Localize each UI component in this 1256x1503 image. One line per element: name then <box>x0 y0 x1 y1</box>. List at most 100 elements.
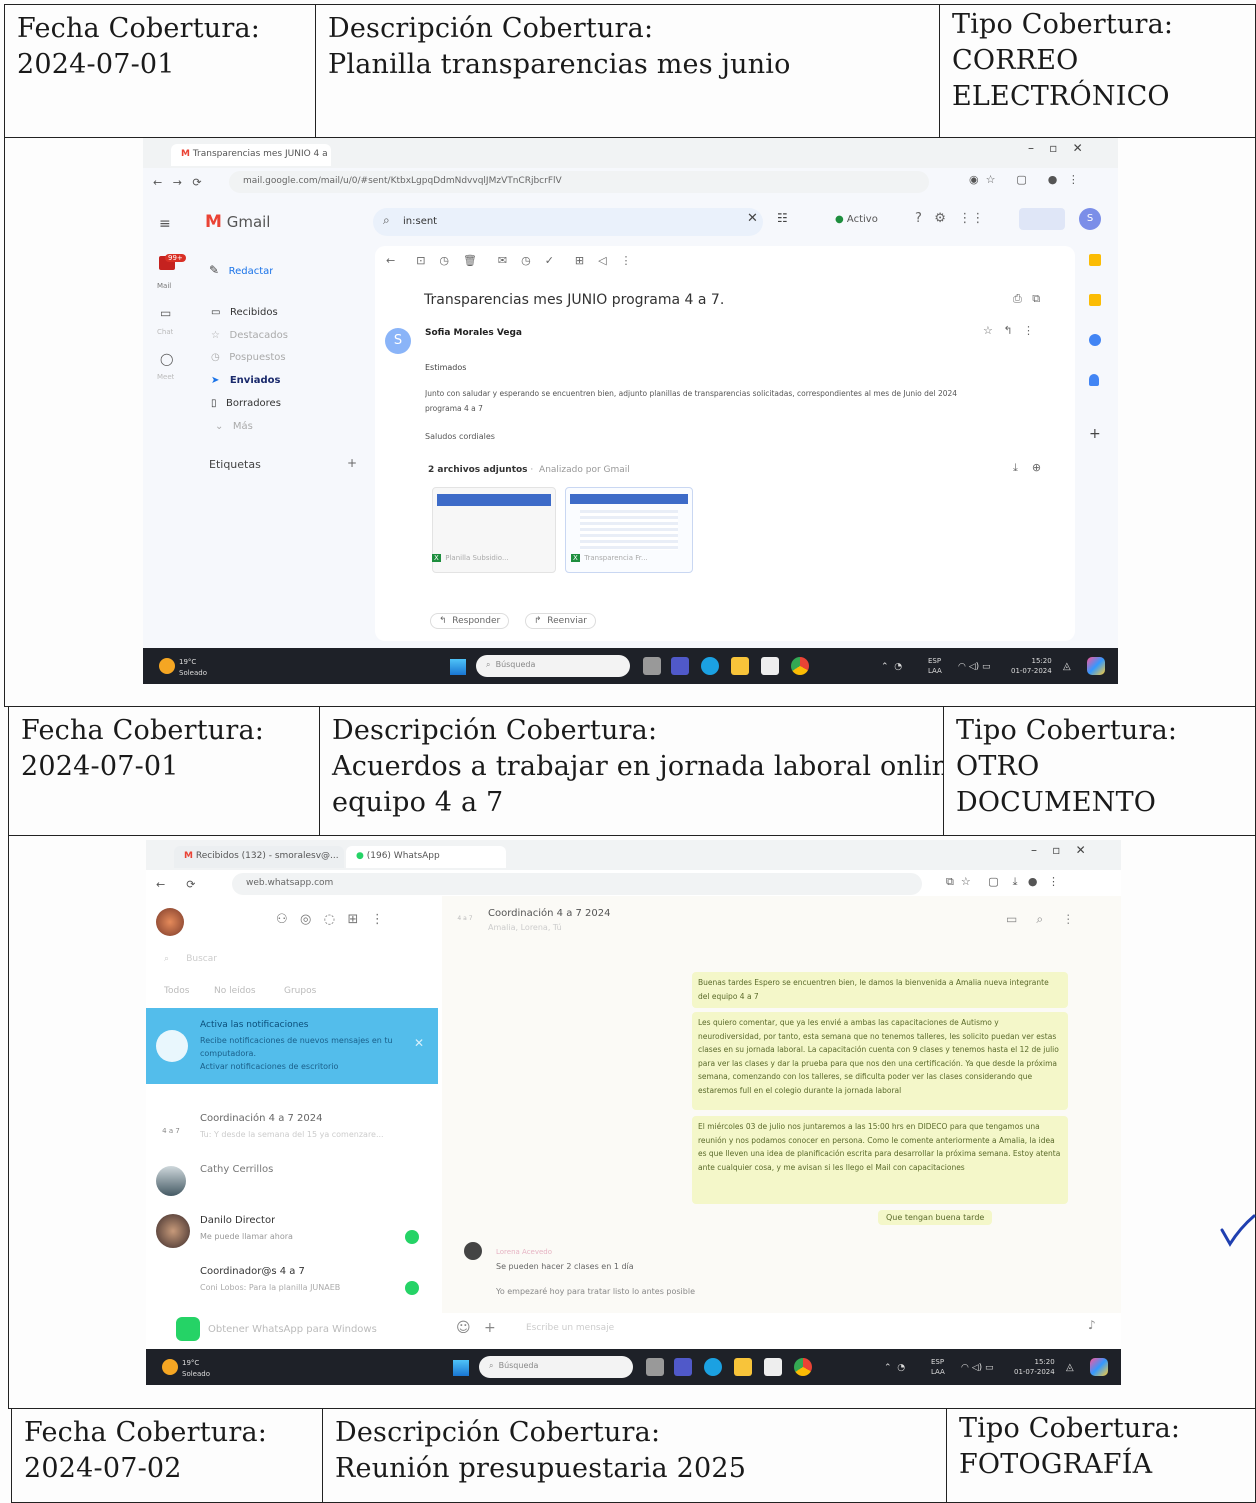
pencil-icon: ✎ <box>209 263 220 277</box>
edge-icon[interactable] <box>701 657 719 675</box>
store-icon[interactable] <box>764 1358 782 1376</box>
get-app-link[interactable]: Obtener WhatsApp para Windows <box>208 1324 377 1335</box>
search-options-icon[interactable]: ☷ <box>777 211 788 225</box>
descripcion-value: Reunión presupuestaria 2025 <box>335 1453 747 1484</box>
browser-toolbar-icons[interactable]: ◉ ☆ ▢ ● ⋮ <box>969 173 1079 186</box>
chat-preview-4: Coni Lobos: Para la planilla JUNAEB <box>200 1283 341 1292</box>
windows-start-icon[interactable] <box>450 659 466 675</box>
nav-arrows-icon[interactable]: ← ⟳ <box>156 878 195 891</box>
explorer-icon[interactable] <box>731 657 749 675</box>
edge-icon[interactable] <box>704 1358 722 1376</box>
browser-tab-gmail[interactable]: M Recibidos (132) - smoralesv@... <box>174 846 344 868</box>
notification-bell-icon[interactable]: ◬ <box>1066 1362 1074 1373</box>
clock[interactable]: 15:20 01-07-2024 <box>1011 656 1052 676</box>
message-toolbar[interactable]: ← ⊡ ◷ 🗑 ✉ ◷ ✓ ⊞ ◁ ⋮ <box>386 254 632 267</box>
row1-tipo-cell: Tipo Cobertura: CORREO ELECTRÓNICO <box>939 4 1256 138</box>
window-controls[interactable]: – ▫ ✕ <box>1028 141 1083 155</box>
print-icon[interactable]: ⎙ ⧉ <box>1013 292 1040 306</box>
sidebar-header-icons[interactable]: ⚇ ◎ ◌ ⊞ ⋮ <box>276 912 384 927</box>
task-view-icon[interactable] <box>643 657 661 675</box>
tipo-value: CORREO <box>952 45 1079 76</box>
descripcion-value: Planilla transparencias mes junio <box>328 49 791 80</box>
network-volume-icons[interactable]: ◠ ◁) ▭ <box>961 1363 994 1373</box>
browser-toolbar-icons[interactable]: ⧉ ☆ ▢ ⤓ ● ⋮ <box>946 875 1059 889</box>
nav-item-pospuestos[interactable]: ◷ Pospuestos <box>211 352 286 363</box>
clock[interactable]: 15:20 01-07-2024 <box>1014 1357 1055 1377</box>
reply-button[interactable]: ↰ Responder <box>430 613 510 629</box>
attachments-heading: 2 archivos adjuntos · Analizado por Gmai… <box>428 465 630 475</box>
nav-item-borradores[interactable]: ▯ Borradores <box>211 398 281 409</box>
copilot-icon[interactable] <box>1090 1358 1108 1376</box>
notif-link[interactable]: Activar notificaciones de escritorio <box>200 1062 338 1071</box>
taskbar-search[interactable]: ⌕ Búsqueda <box>479 1356 633 1378</box>
chat-name-2[interactable]: Cathy Cerrillos <box>200 1164 273 1175</box>
close-banner-icon[interactable]: ✕ <box>414 1036 424 1050</box>
emoji-attach-icons[interactable]: ☺ + <box>456 1320 496 1336</box>
chat-name-3[interactable]: Danilo Director <box>200 1215 275 1226</box>
status-indicator[interactable]: ● Activo <box>835 214 878 225</box>
filter-todos[interactable]: Todos <box>164 986 189 996</box>
notif-title: Activa las notificaciones <box>200 1020 309 1030</box>
task-view-icon[interactable] <box>646 1358 664 1376</box>
row1-fecha-cell: Fecha Cobertura: 2024-07-01 <box>4 4 316 138</box>
gmail-logo[interactable]: M Gmail <box>205 212 270 232</box>
nav-item-destacados[interactable]: ☆ Destacados <box>211 330 288 341</box>
menu-icon[interactable]: ≡ <box>159 216 171 232</box>
conv-title[interactable]: Coordinación 4 a 7 2024 <box>488 908 611 919</box>
system-tray-icons[interactable]: ⌃ ◔ <box>881 662 902 672</box>
windows-start-icon[interactable] <box>453 1360 469 1376</box>
chat-search-input[interactable]: ⌕ Buscar <box>164 954 217 964</box>
filter-grupos[interactable]: Grupos <box>284 986 316 996</box>
compose-button[interactable]: ✎ Redactar <box>209 263 273 277</box>
conv-members: Amalia, Lorena, Tú <box>488 923 562 932</box>
store-icon[interactable] <box>761 657 779 675</box>
chat-rail-icon[interactable]: ▭ <box>160 306 171 320</box>
teams-icon[interactable] <box>674 1358 692 1376</box>
side-panel-icons[interactable]: + <box>1089 254 1103 464</box>
copilot-icon[interactable] <box>1087 657 1105 675</box>
chrome-icon[interactable] <box>791 657 809 675</box>
chat-name-4[interactable]: Coordinador@s 4 a 7 <box>200 1266 305 1277</box>
descripcion-label: Descripción Cobertura: <box>335 1417 661 1448</box>
network-volume-icons[interactable]: ◠ ◁) ▭ <box>958 662 991 672</box>
lang-indicator[interactable]: ESP LAA <box>931 1357 945 1377</box>
window-controls[interactable]: – ▫ ✕ <box>1031 843 1086 857</box>
nav-arrows-icon[interactable]: ← → ⟳ <box>153 176 202 189</box>
system-tray-icons[interactable]: ⌃ ◔ <box>884 1363 905 1373</box>
star-reply-icons[interactable]: ☆ ↰ ⋮ <box>983 324 1034 337</box>
explorer-icon[interactable] <box>734 1358 752 1376</box>
teams-icon[interactable] <box>671 657 689 675</box>
help-settings-apps-icons[interactable]: ? ⚙ ⋮⋮ <box>915 211 984 226</box>
taskbar-search[interactable]: ⌕ Búsqueda <box>476 655 630 677</box>
mic-icon[interactable]: ♪ <box>1088 1318 1096 1332</box>
download-all-icon[interactable]: ⤓ ⊕ <box>1013 461 1041 475</box>
add-label-icon[interactable]: + <box>347 456 357 470</box>
gmail-favicon-icon: M <box>184 851 193 861</box>
conv-header-icons[interactable]: ▭ ⌕ ⋮ <box>1006 912 1074 927</box>
lang-indicator[interactable]: ESP LAA <box>928 656 942 676</box>
nav-item-recibidos[interactable]: ▭ Recibidos <box>211 307 278 318</box>
search-input[interactable]: in:sent <box>403 216 437 227</box>
filter-no-leidos[interactable]: No leídos <box>214 986 256 996</box>
weather-temp: 19°C <box>179 658 197 666</box>
chrome-icon[interactable] <box>794 1358 812 1376</box>
browser-tab-whatsapp[interactable]: ● (196) WhatsApp <box>346 846 506 868</box>
account-avatar[interactable]: S <box>1079 208 1101 230</box>
forward-button[interactable]: ↱ Reenviar <box>525 613 596 629</box>
weather-icon <box>162 1359 178 1375</box>
meet-rail-icon[interactable]: ◯ <box>160 352 173 366</box>
nav-item-mas[interactable]: ⌄ Más <box>215 421 253 432</box>
nav-item-enviados[interactable]: ➤ Enviados <box>211 375 280 386</box>
tipo-value: OTRO DOCUMENTO <box>956 751 1157 818</box>
address-bar[interactable]: web.whatsapp.com <box>232 873 922 895</box>
notification-bell-icon[interactable]: ◬ <box>1063 661 1071 672</box>
address-bar[interactable]: mail.google.com/mail/u/0/#sent/KtbxLgpqD… <box>229 171 929 193</box>
browser-tab[interactable]: M Transparencias mes JUNIO 4 a <box>171 144 331 166</box>
chat-name-1[interactable]: Coordinación 4 a 7 2024 <box>200 1113 323 1124</box>
message-input[interactable]: Escribe un mensaje <box>526 1323 614 1333</box>
profile-avatar[interactable] <box>156 908 184 936</box>
descripcion-label: Descripción Cobertura: <box>332 715 658 746</box>
weather-desc: Soleado <box>182 1370 210 1378</box>
reply-message-1: Se pueden hacer 2 clases en 1 día <box>496 1262 634 1271</box>
clear-search-icon[interactable]: ✕ <box>747 211 758 226</box>
